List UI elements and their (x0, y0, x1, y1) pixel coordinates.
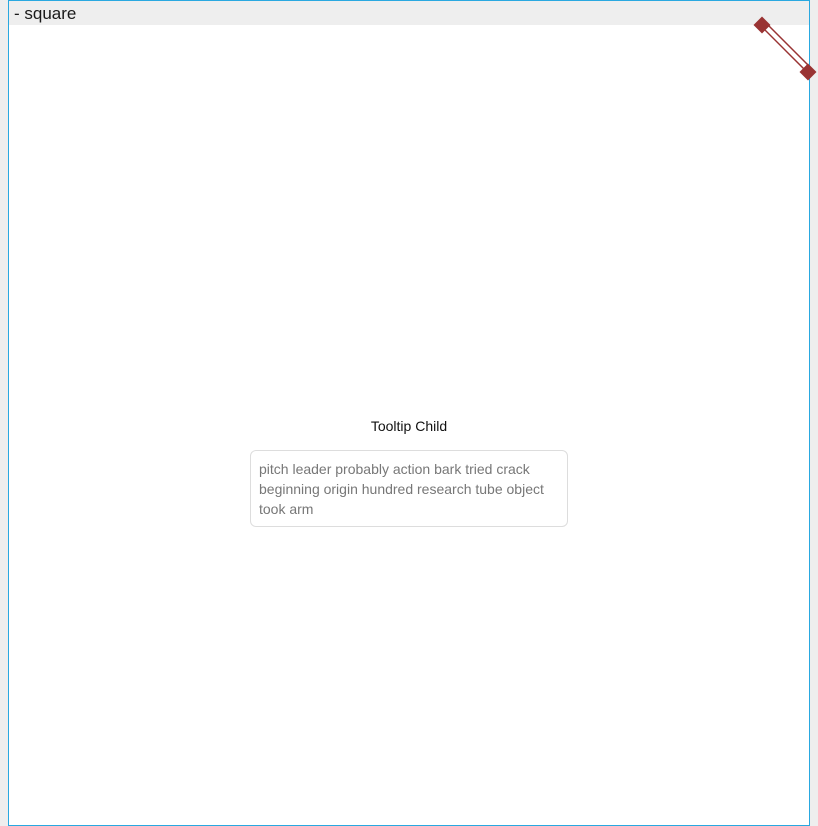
title-bar[interactable]: - square (9, 1, 809, 25)
tooltip-child-label[interactable]: Tooltip Child (9, 417, 809, 435)
tooltip-content: pitch leader probably action bark tried … (250, 450, 568, 527)
resize-handle-start[interactable] (753, 16, 771, 34)
main-window: - square Tooltip Child pitch leader prob… (8, 0, 810, 826)
diagonal-resize-handle-icon[interactable] (745, 12, 818, 84)
window-title: - square (14, 4, 77, 23)
